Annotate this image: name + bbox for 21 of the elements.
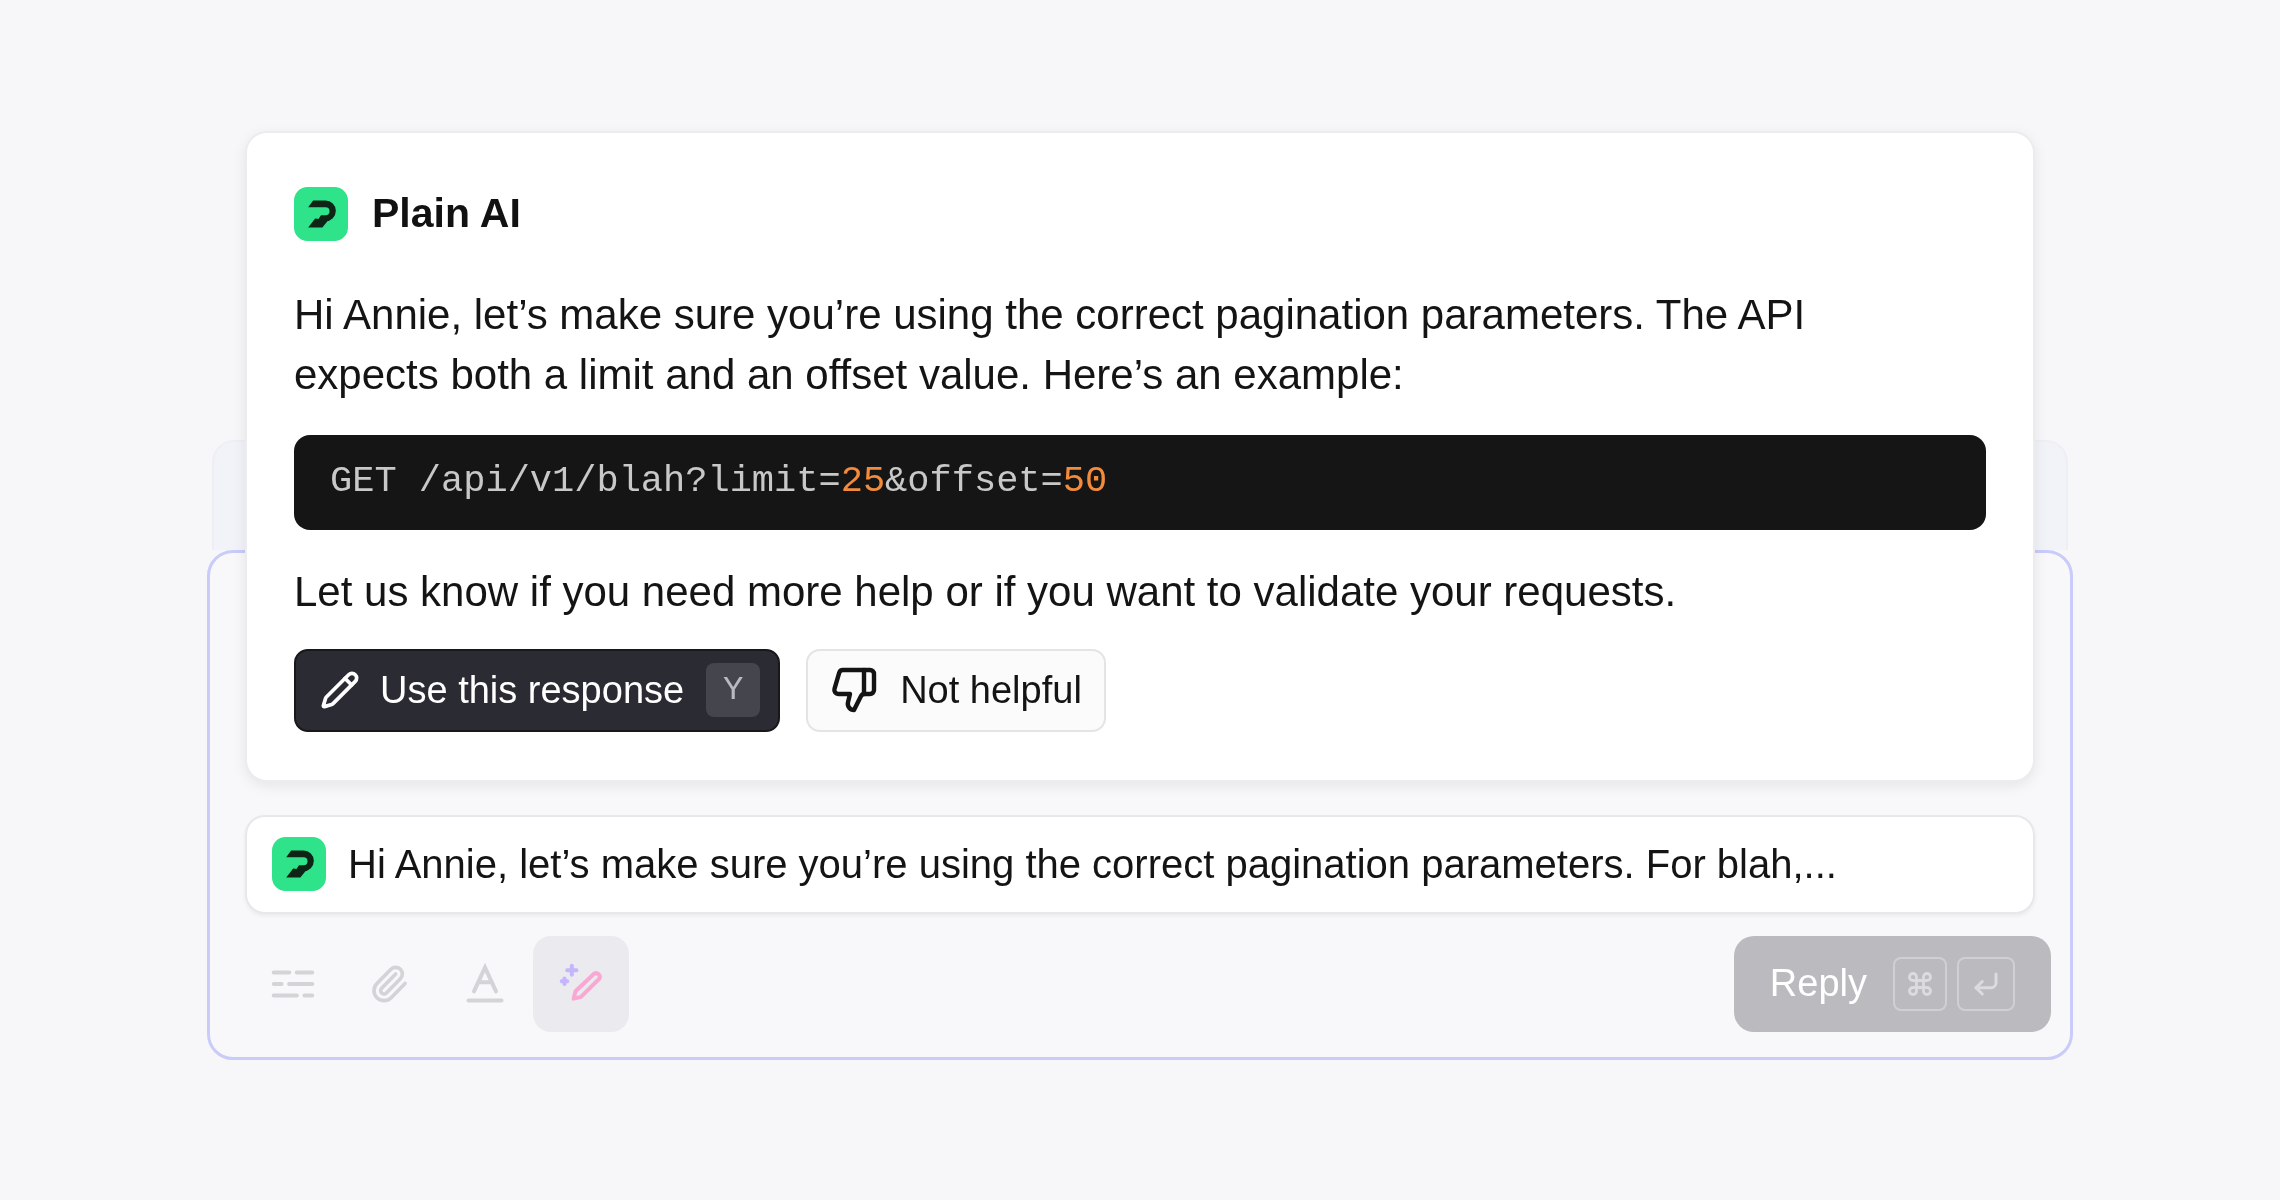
use-response-button[interactable]: Use this response Y bbox=[294, 648, 781, 732]
draft-text: Hi Annie, let’s make sure you’re using the correct pagination parameters. For blah,... bbox=[348, 841, 1837, 888]
toolbar-button[interactable] bbox=[533, 935, 629, 1032]
pencil-icon bbox=[320, 670, 360, 710]
code-number: 50 bbox=[1062, 459, 1108, 505]
code-text: GET /api/v1/blah?limit= bbox=[330, 459, 841, 505]
code-number: 25 bbox=[840, 459, 886, 505]
not-helpful-button[interactable]: Not helpful bbox=[806, 648, 1106, 732]
message-text: Hi Annie, let’s make sure you’re using the correct pagination parameters. The API expects both a limit and an offset value. Here’s an example: bbox=[294, 289, 1807, 400]
assistant-name: Plain AI bbox=[372, 189, 521, 238]
followup-text: Let us know if you need more help or if you want to validate your requests. bbox=[294, 566, 1678, 617]
command-key-icon bbox=[1893, 956, 1947, 1011]
code-text: &offset= bbox=[885, 459, 1063, 505]
text-format-icon bbox=[463, 961, 507, 1006]
logo-icon bbox=[294, 186, 348, 241]
shortcut-key: Y bbox=[706, 663, 761, 717]
enter-key-icon bbox=[1957, 956, 2015, 1011]
paperclip-icon bbox=[369, 963, 409, 1004]
thumbs-down-icon bbox=[830, 666, 879, 714]
suggestion-preview[interactable]: Hi Annie, let’s make sure you’re using the correct pagination parameters. For blah,... bbox=[245, 814, 2035, 914]
logo-icon bbox=[272, 837, 326, 891]
